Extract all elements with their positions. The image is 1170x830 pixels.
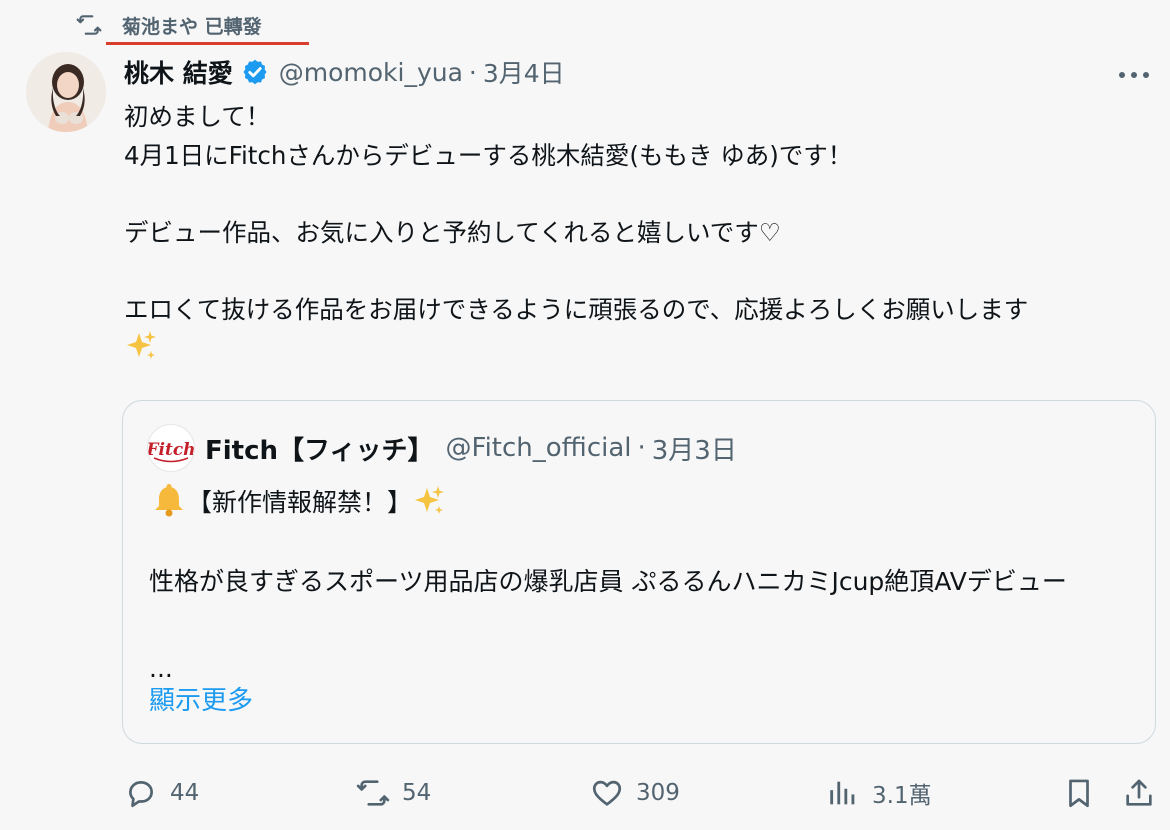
retweet-count: 54 <box>402 780 432 806</box>
views-count: 3.1萬 <box>872 783 932 809</box>
tweet-text-line: 初めまして！ <box>124 102 271 131</box>
reply-button[interactable]: 44 <box>124 770 199 816</box>
tweet-text-line: デビュー作品、お気に入りと予約してくれると嬉しいです♡ <box>124 217 781 247</box>
tweet-date[interactable]: 3月4日 <box>483 54 565 90</box>
views-button[interactable]: 3.1萬 <box>826 770 932 816</box>
retweet-text[interactable]: 菊池まや 已轉發 <box>122 12 262 39</box>
retweet-icon <box>76 12 102 38</box>
verified-badge-icon[interactable] <box>241 58 269 86</box>
retweet-underline <box>106 42 309 45</box>
quoted-display-name[interactable]: Fitch【フィッチ】 <box>205 430 434 467</box>
tweet-header: 桃木 結愛 @momoki_yua · 3月4日 <box>124 52 565 92</box>
bookmark-button[interactable] <box>1062 770 1096 816</box>
quoted-headline: 【新作情報解禁！】 <box>187 488 413 517</box>
quoted-text: 性格が良すぎるスポーツ用品店の爆乳店員 ぷるるんハニカミJcup絶頂AVデビュー <box>149 567 1067 596</box>
more-options-button[interactable] <box>1112 60 1156 90</box>
quoted-headline-row: 【新作情報解禁！】 <box>151 481 446 521</box>
sparkles-emoji-icon <box>412 484 446 518</box>
more-dots-icon <box>1119 72 1149 78</box>
quoted-handle[interactable]: @Fitch_official <box>446 433 632 463</box>
sparkles-emoji-icon <box>124 329 1164 363</box>
avatar[interactable] <box>26 52 106 132</box>
quoted-avatar[interactable]: Fitch <box>147 424 195 472</box>
retweet-context[interactable]: 菊池まや 已轉發 <box>76 10 262 40</box>
bell-emoji-icon <box>151 483 187 519</box>
author-display-name[interactable]: 桃木 結愛 <box>124 54 233 90</box>
reply-icon <box>124 776 158 810</box>
retweet-button[interactable]: 54 <box>356 770 431 816</box>
like-button[interactable]: 309 <box>590 770 680 816</box>
quoted-tweet-header: Fitch Fitch【フィッチ】 @Fitch_official · 3月3日 <box>147 424 737 472</box>
heart-icon <box>590 776 624 810</box>
share-button[interactable] <box>1122 770 1156 816</box>
tweet-text-line: 4月1日にFitchさんからデビューする桃木結愛(ももき ゆあ)です！ <box>124 140 853 170</box>
separator-dot: · <box>637 433 646 463</box>
reply-count: 44 <box>170 780 200 806</box>
quoted-date[interactable]: 3月3日 <box>652 430 737 467</box>
tweet[interactable]: 菊池まや 已轉發 桃木 結愛 @momoki_yua · 3月4日 初めまして！… <box>0 0 1170 830</box>
like-count: 309 <box>636 780 680 806</box>
svg-text:Fitch: Fitch <box>148 440 194 460</box>
share-icon <box>1122 776 1156 810</box>
author-handle[interactable]: @momoki_yua <box>279 58 463 87</box>
separator-dot: · <box>468 57 477 87</box>
action-bar: 44 54 309 3.1萬 <box>0 770 1170 816</box>
retweet-icon <box>356 776 390 810</box>
tweet-text-line: エロくて抜ける作品をお届けできるように頑張るので、応援よろしくお願いします <box>124 294 1029 324</box>
views-bar-chart-icon <box>826 776 860 810</box>
tweet-body: 初めまして！ 4月1日にFitchさんからデビューする桃木結愛(ももき ゆあ)で… <box>124 98 1164 369</box>
bookmark-icon <box>1062 776 1096 810</box>
quoted-tweet-card[interactable]: Fitch Fitch【フィッチ】 @Fitch_official · 3月3日… <box>122 400 1156 744</box>
show-more-link[interactable]: 顯示更多 <box>149 681 253 721</box>
